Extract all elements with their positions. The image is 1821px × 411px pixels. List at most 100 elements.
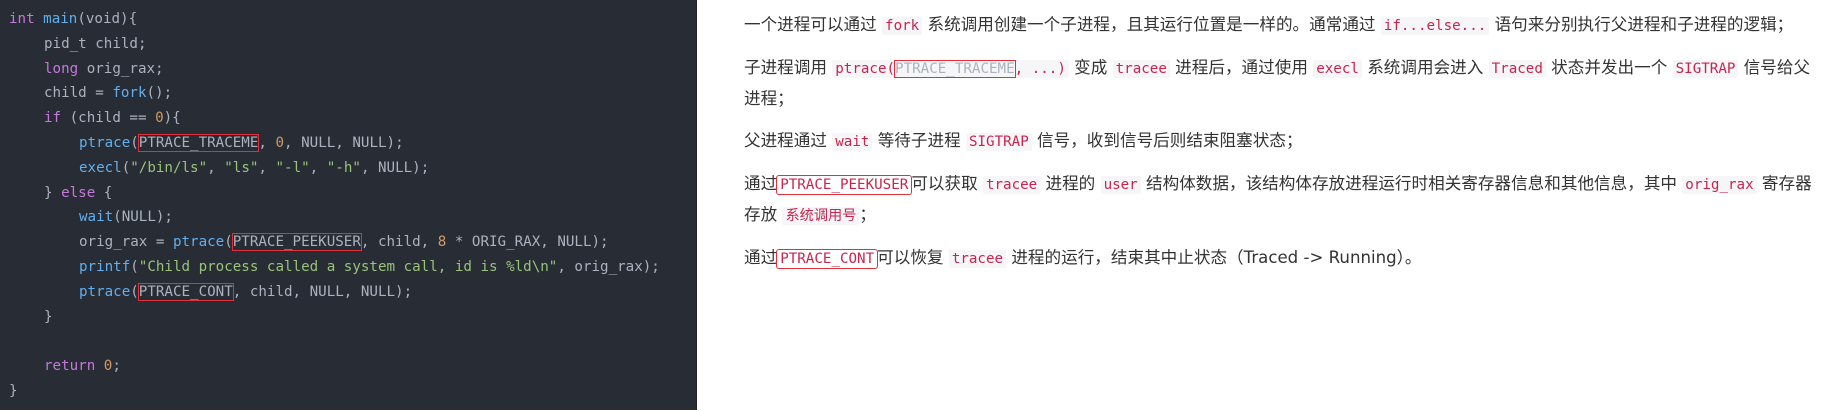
code-token: ( [224, 234, 233, 251]
text-span: 系统调用创建一个子进程，且其运行位置是一样的。通常通过 [922, 15, 1381, 34]
inline-code: SIGTRAP [1672, 60, 1739, 78]
code-token: , NULL); [360, 159, 430, 176]
code-line-11: printf("Child process called a system ca… [0, 255, 696, 280]
code-token: "-l" [275, 159, 310, 176]
code-token: return [44, 358, 96, 375]
inline-code: wait [832, 133, 873, 151]
inline-code: user [1100, 176, 1141, 194]
code-token: ( [130, 283, 139, 300]
text-span: 等待子进程 [872, 131, 966, 150]
text-span: 父进程通过 [744, 131, 833, 150]
inline-code: orig_rax [1682, 176, 1757, 194]
code-line-9: wait(NULL); [0, 205, 696, 230]
highlighted-token: PTRACE_PEEKUSER [776, 175, 913, 195]
code-token: ptrace [79, 134, 131, 151]
text-span: 可以恢复 [877, 248, 949, 267]
text-span: 信号，收到信号后则结束阻塞状态； [1031, 131, 1303, 150]
code-block: int main(void){ pid_t child; long orig_r… [0, 0, 697, 410]
code-line-13: } [0, 305, 696, 330]
text-span: 通过 [744, 174, 778, 193]
inline-code: SIGTRAP [965, 133, 1032, 151]
text-span: 结构体数据，该结构体存放进程运行时相关寄存器信息和其他信息，其中 [1140, 174, 1683, 193]
inline-code: tracee [982, 176, 1041, 194]
explanation-text: 一个进程可以通过 fork 系统调用创建一个子进程，且其运行位置是一样的。通常通… [744, 10, 1814, 286]
text-span: 进程的运行，结束其中止状态（Traced -> Running）。 [1006, 248, 1422, 267]
code-token: execl [79, 159, 122, 176]
code-token: } [44, 184, 62, 201]
code-token: (void){ [77, 11, 138, 27]
code-token: "ls" [224, 159, 259, 176]
code-token: "Child process called a system call, id … [138, 258, 558, 275]
code-line-6: ptrace(PTRACE_TRACEME, 0, NULL, NULL); [0, 131, 696, 156]
code-token: if [44, 110, 62, 127]
code-token: fork [112, 85, 147, 102]
highlighted-token: PTRACE_PEEKUSER [231, 233, 362, 252]
code-token: (NULL); [113, 209, 173, 226]
text-span: 状态并发出一个 [1545, 58, 1673, 77]
code-token: 0 [275, 134, 285, 151]
highlighted-token: PTRACE_TRACEME [894, 60, 1016, 78]
code-line-2: pid_t child; [0, 32, 696, 57]
code-token: "/bin/ls" [130, 159, 208, 176]
code-token: else [61, 184, 96, 201]
code-token: * ORIG_RAX, NULL); [446, 234, 609, 251]
code-token: 0 [155, 110, 164, 127]
code-line-7: execl("/bin/ls", "ls", "-l", "-h", NULL)… [0, 156, 696, 181]
highlighted-token: PTRACE_CONT [137, 282, 234, 301]
text-span: 可以获取 [911, 174, 983, 193]
code-token: , [258, 159, 276, 176]
code-token: wait [79, 209, 114, 226]
inline-code-part: , ...) [1014, 61, 1066, 77]
code-token: long [44, 60, 79, 77]
inline-code: tracee [948, 250, 1007, 268]
text-span: 通过 [744, 248, 778, 267]
code-token: } [44, 308, 53, 325]
code-line-5: if (child == 0){ [0, 106, 696, 131]
code-token: ( [130, 258, 139, 275]
inline-code: execl [1313, 60, 1362, 78]
paragraph-traceme: 子进程调用 ptrace(PTRACE_TRACEME, ...) 变成 tra… [744, 53, 1814, 114]
code-token: pid_t child; [44, 35, 147, 52]
inline-code: 系统调用号 [782, 207, 860, 225]
code-line-16: } [0, 379, 696, 404]
code-token: , [258, 134, 276, 151]
inline-code: ptrace(PTRACE_TRACEME, ...) [832, 60, 1069, 78]
highlighted-token: PTRACE_CONT [776, 249, 879, 269]
code-token: , child, NULL, NULL); [232, 283, 413, 300]
code-token: orig_rax; [78, 60, 164, 77]
code-token: child = [44, 85, 113, 102]
code-token: , orig_rax); [557, 258, 660, 275]
code-line-8: } else { [0, 181, 696, 206]
code-token: , NULL, NULL); [284, 134, 404, 151]
text-span: 进程的 [1040, 174, 1101, 193]
code-token: printf [79, 258, 131, 275]
code-line-3: long orig_rax; [0, 57, 696, 82]
text-span: 系统调用会进入 [1361, 58, 1489, 77]
code-token: { [95, 184, 113, 201]
text-span: 语句来分别执行父进程和子进程的逻辑； [1489, 15, 1794, 34]
code-token: ( [121, 159, 131, 176]
text-span: 变成 [1068, 58, 1113, 77]
inline-code: tracee [1112, 60, 1170, 78]
highlighted-token: PTRACE_TRACEME [137, 133, 260, 152]
code-token: , [309, 159, 327, 176]
code-token: ( [130, 134, 139, 151]
code-token: (child == [61, 110, 156, 127]
paragraph-fork: 一个进程可以通过 fork 系统调用创建一个子进程，且其运行位置是一样的。通常通… [744, 10, 1814, 41]
code-token: } [9, 382, 18, 399]
code-line-4: child = fork(); [0, 81, 696, 106]
text-span: 一个进程可以通过 [744, 15, 883, 34]
code-token: ){ [163, 110, 181, 127]
code-token: , [207, 159, 225, 176]
code-token: "-h" [326, 159, 361, 176]
code-token: , child, [360, 234, 438, 251]
code-token: ptrace [172, 234, 225, 251]
code-token: main [43, 11, 78, 27]
inline-code: if...else... [1380, 17, 1490, 35]
text-span: 进程后，通过使用 [1169, 58, 1314, 77]
code-token: ptrace [79, 283, 131, 300]
code-line-15: return 0; [0, 354, 696, 379]
code-line-10: orig_rax = ptrace(PTRACE_PEEKUSER, child… [0, 230, 696, 255]
inline-code: Traced [1488, 60, 1546, 78]
code-line-12: ptrace(PTRACE_CONT, child, NULL, NULL); [0, 280, 696, 305]
